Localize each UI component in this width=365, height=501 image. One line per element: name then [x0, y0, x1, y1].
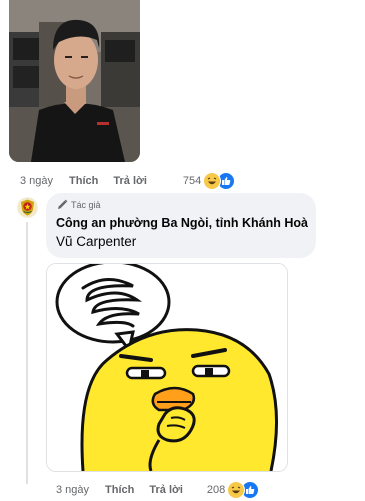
author-name[interactable]: Công an phường Ba Ngòi, tỉnh Khánh Hoà — [56, 216, 308, 230]
reply-reaction-icons[interactable] — [227, 481, 260, 499]
thread-line — [26, 222, 28, 484]
comment-age[interactable]: 3 ngày — [20, 175, 53, 187]
reply-text: Vũ Carpenter — [56, 234, 137, 249]
reply-actions: 3 ngày Thích Trả lời 208 — [56, 481, 260, 499]
comment-photo[interactable] — [9, 0, 140, 162]
reply-button[interactable]: Trả lời — [113, 175, 147, 187]
sticker-attachment[interactable] — [46, 263, 288, 472]
like-button[interactable]: Thích — [69, 175, 98, 187]
police-emblem-icon — [17, 197, 38, 218]
haha-icon — [227, 481, 246, 499]
reaction-icons[interactable] — [203, 172, 236, 190]
haha-icon — [203, 172, 222, 190]
reply-reaction-count[interactable]: 208 — [207, 484, 225, 496]
author-badge-label: Tác giả — [71, 199, 101, 210]
author-avatar[interactable] — [17, 197, 38, 218]
reply-like-button[interactable]: Thích — [105, 484, 134, 496]
author-badge: Tác giả — [57, 199, 101, 210]
comment-actions: 3 ngày Thích Trả lời 754 — [20, 172, 236, 190]
reply-age[interactable]: 3 ngày — [56, 484, 89, 496]
pencil-icon — [58, 199, 68, 209]
reaction-count[interactable]: 754 — [183, 175, 201, 187]
reply-reply-button[interactable]: Trả lời — [149, 484, 183, 496]
